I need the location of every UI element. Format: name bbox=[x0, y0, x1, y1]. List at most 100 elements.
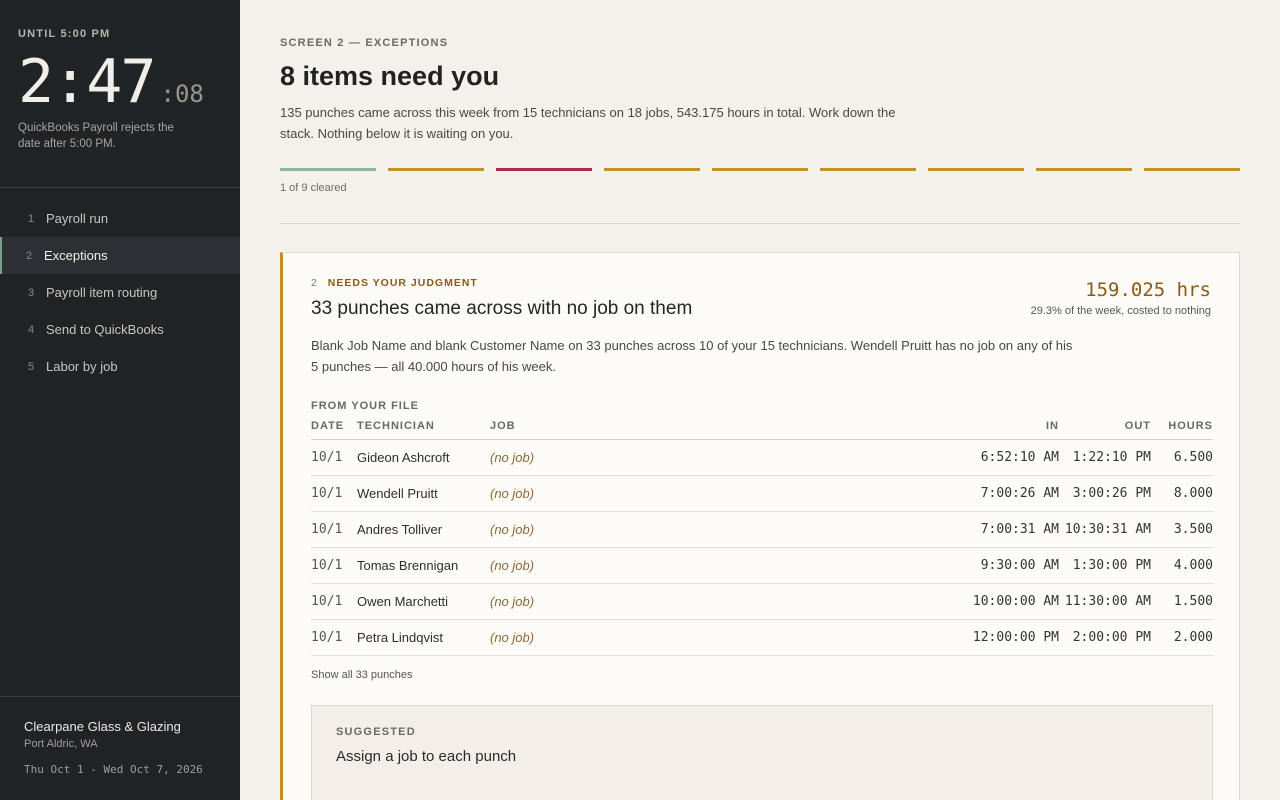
table-row[interactable]: 10/1 Petra Lindqvist (no job) 12:00:00 P… bbox=[311, 619, 1213, 656]
progress-segment[interactable] bbox=[820, 168, 916, 171]
progress-segment-cleared[interactable] bbox=[280, 168, 376, 171]
cell-technician: Petra Lindqvist bbox=[357, 619, 490, 656]
nav-label: Exceptions bbox=[44, 248, 108, 263]
punches-table: DATE TECHNICIAN JOB IN OUT HOURS 10/1 Gi… bbox=[311, 420, 1213, 656]
progress-bar bbox=[280, 168, 1240, 171]
table-row[interactable]: 10/1 Tomas Brennigan (no job) 9:30:00 AM… bbox=[311, 547, 1213, 584]
cell-in: 12:00:00 PM bbox=[860, 619, 1059, 656]
cell-technician: Wendell Pruitt bbox=[357, 475, 490, 512]
nav-number: 5 bbox=[28, 360, 35, 373]
nav-label: Send to QuickBooks bbox=[46, 322, 164, 337]
suggestion-label: SUGGESTED bbox=[336, 726, 416, 738]
exception-number: 2 bbox=[311, 277, 318, 289]
divider bbox=[280, 223, 1240, 224]
deadline-note: QuickBooks Payroll rejects the date afte… bbox=[18, 122, 174, 150]
cell-out: 3:00:26 PM bbox=[1059, 475, 1151, 512]
page-description: 135 punches came across this week from 1… bbox=[280, 105, 896, 141]
deadline-label: UNTIL 5:00 PM bbox=[18, 28, 111, 40]
cell-out: 2:00:00 PM bbox=[1059, 619, 1151, 656]
exception-metric: 159.025 hrs 29.3% of the week, costed to… bbox=[1031, 279, 1211, 317]
cell-date: 10/1 bbox=[311, 511, 357, 548]
table-row[interactable]: 10/1 Andres Tolliver (no job) 7:00:31 AM… bbox=[311, 511, 1213, 548]
cell-out: 10:30:31 AM bbox=[1059, 511, 1151, 548]
sidebar-item-labor-by-job[interactable]: 5 Labor by job bbox=[0, 348, 240, 385]
countdown-seconds: :08 bbox=[160, 80, 204, 108]
metric-hours: 159.025 hrs bbox=[1085, 279, 1211, 301]
table-header-row: DATE TECHNICIAN JOB IN OUT HOURS bbox=[311, 420, 1213, 440]
file-section-label: FROM YOUR FILE bbox=[311, 400, 419, 412]
progress-segment[interactable] bbox=[712, 168, 808, 171]
cell-in: 9:30:00 AM bbox=[860, 547, 1059, 584]
nav-label: Payroll run bbox=[46, 211, 109, 226]
cell-technician: Owen Marchetti bbox=[357, 583, 490, 620]
show-all-punches-link[interactable]: Show all 33 punches bbox=[311, 669, 413, 681]
cell-hours: 2.000 bbox=[1151, 619, 1213, 656]
sidebar-item-send-to-quickbooks[interactable]: 4 Send to QuickBooks bbox=[0, 311, 240, 348]
table-row[interactable]: 10/1 Wendell Pruitt (no job) 7:00:26 AM … bbox=[311, 475, 1213, 512]
progress-segment[interactable] bbox=[1144, 168, 1240, 171]
cell-in: 6:52:10 AM bbox=[860, 439, 1059, 476]
cell-date: 10/1 bbox=[311, 475, 357, 512]
column-header-date: DATE bbox=[311, 420, 357, 440]
progress-segment-current[interactable] bbox=[496, 168, 592, 171]
table-row[interactable]: 10/1 Owen Marchetti (no job) 10:00:00 AM… bbox=[311, 583, 1213, 620]
progress-segment[interactable] bbox=[928, 168, 1024, 171]
column-header-hours: HOURS bbox=[1151, 420, 1213, 440]
nav-label: Payroll item routing bbox=[46, 285, 158, 300]
cell-job: (no job) bbox=[490, 619, 860, 656]
nav-label: Labor by job bbox=[46, 359, 118, 374]
nav-number: 1 bbox=[28, 212, 35, 225]
cell-job: (no job) bbox=[490, 511, 860, 548]
cell-hours: 1.500 bbox=[1151, 583, 1213, 620]
column-header-technician: TECHNICIAN bbox=[357, 420, 490, 440]
company-location: Port Aldric, WA bbox=[24, 738, 98, 750]
cell-hours: 4.000 bbox=[1151, 547, 1213, 584]
cell-job: (no job) bbox=[490, 475, 860, 512]
progress-segment[interactable] bbox=[1036, 168, 1132, 171]
company-name: Clearpane Glass & Glazing bbox=[24, 719, 181, 734]
main-content: SCREEN 2 — EXCEPTIONS 8 items need you 1… bbox=[240, 0, 1280, 800]
page-title: 8 items need you bbox=[280, 61, 500, 91]
pay-period-range: Thu Oct 1 - Wed Oct 7, 2026 bbox=[24, 763, 203, 776]
cell-technician: Gideon Ashcroft bbox=[357, 439, 490, 476]
cell-date: 10/1 bbox=[311, 439, 357, 476]
sidebar-nav: 1 Payroll run 2 Exceptions 3 Payroll ite… bbox=[0, 200, 240, 385]
countdown-clock: 2:47 :08 bbox=[18, 50, 222, 114]
cell-out: 1:30:00 PM bbox=[1059, 547, 1151, 584]
cell-in: 7:00:31 AM bbox=[860, 511, 1059, 548]
cell-hours: 6.500 bbox=[1151, 439, 1213, 476]
suggestion-panel: SUGGESTED Assign a job to each punch bbox=[311, 705, 1213, 800]
cell-in: 10:00:00 AM bbox=[860, 583, 1059, 620]
cell-date: 10/1 bbox=[311, 547, 357, 584]
cell-job: (no job) bbox=[490, 547, 860, 584]
cell-job: (no job) bbox=[490, 583, 860, 620]
exception-tag-label: NEEDS YOUR JUDGMENT bbox=[327, 277, 478, 289]
column-header-out: OUT bbox=[1059, 420, 1151, 440]
company-info: Clearpane Glass & Glazing Port Aldric, W… bbox=[0, 696, 240, 800]
cell-out: 1:22:10 PM bbox=[1059, 439, 1151, 476]
metric-subtext: 29.3% of the week, costed to nothing bbox=[1030, 305, 1211, 317]
suggestion-title: Assign a job to each punch bbox=[336, 748, 517, 765]
cell-hours: 3.500 bbox=[1151, 511, 1213, 548]
sidebar-item-payroll-run[interactable]: 1 Payroll run bbox=[0, 200, 240, 237]
exception-description: Blank Job Name and blank Customer Name o… bbox=[311, 338, 1073, 374]
progress-label: 1 of 9 cleared bbox=[280, 182, 347, 194]
screen-label: SCREEN 2 — EXCEPTIONS bbox=[280, 37, 449, 49]
deadline-panel: UNTIL 5:00 PM 2:47 :08 QuickBooks Payrol… bbox=[0, 0, 240, 188]
cell-out: 11:30:00 AM bbox=[1059, 583, 1151, 620]
cell-date: 10/1 bbox=[311, 619, 357, 656]
cell-hours: 8.000 bbox=[1151, 475, 1213, 512]
progress-segment[interactable] bbox=[388, 168, 484, 171]
sidebar: UNTIL 5:00 PM 2:47 :08 QuickBooks Payrol… bbox=[0, 0, 240, 800]
exception-card: 2 NEEDS YOUR JUDGMENT 33 punches came ac… bbox=[280, 252, 1240, 800]
sidebar-item-payroll-item-routing[interactable]: 3 Payroll item routing bbox=[0, 274, 240, 311]
cell-in: 7:00:26 AM bbox=[860, 475, 1059, 512]
cell-technician: Tomas Brennigan bbox=[357, 547, 490, 584]
cell-job: (no job) bbox=[490, 439, 860, 476]
nav-number: 2 bbox=[26, 249, 33, 262]
sidebar-item-exceptions[interactable]: 2 Exceptions bbox=[0, 237, 240, 274]
table-row[interactable]: 10/1 Gideon Ashcroft (no job) 6:52:10 AM… bbox=[311, 439, 1213, 476]
cell-technician: Andres Tolliver bbox=[357, 511, 490, 548]
progress-segment[interactable] bbox=[604, 168, 700, 171]
column-header-in: IN bbox=[860, 420, 1059, 440]
